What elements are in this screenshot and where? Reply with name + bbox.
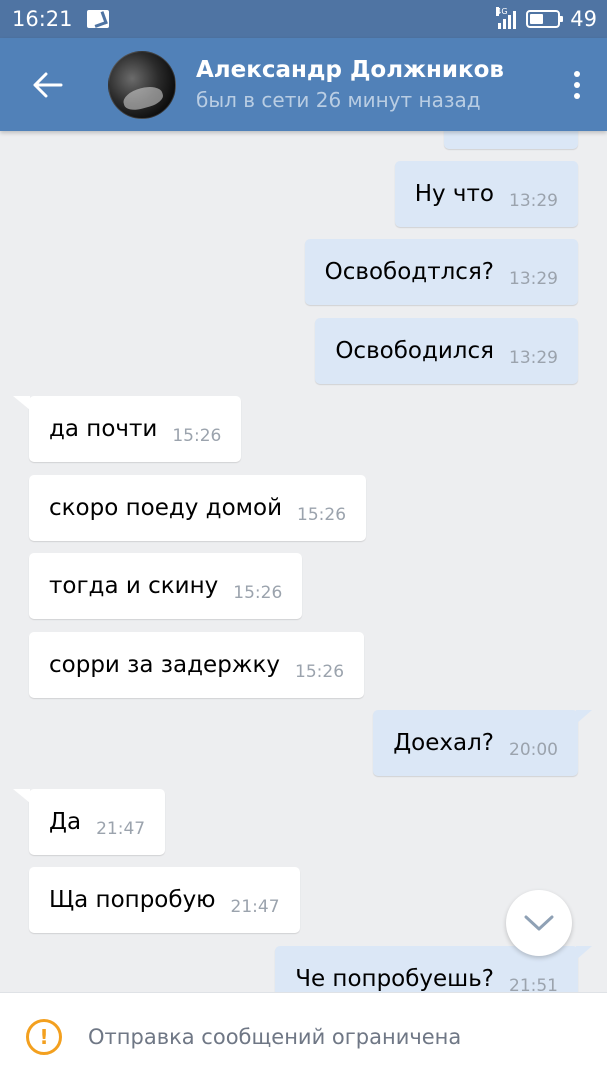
message-text: да почти	[49, 416, 158, 442]
composer-disabled-bar: ! Отправка сообщений ограничена	[0, 992, 607, 1080]
contact-status: был в сети 26 минут назад	[196, 87, 481, 112]
chat-header: Александр Должников был в сети 26 минут …	[0, 38, 607, 131]
bubble-tail	[13, 789, 30, 803]
message-time: 13:29	[509, 348, 558, 368]
back-button[interactable]	[0, 38, 96, 131]
battery-icon	[526, 10, 564, 28]
message-list[interactable]: Ну что 13:29 Освободтлся? 13:29 Освободи…	[0, 131, 607, 992]
message-text: Ща попробую	[49, 887, 216, 913]
message-bubble-incoming[interactable]: Ща попробую 21:47	[29, 867, 300, 933]
message-bubble-incoming[interactable]: тогда и скину 15:26	[29, 553, 303, 619]
mail-notification-icon	[86, 10, 109, 28]
message-time: 21:47	[96, 819, 146, 839]
message-time: 15:26	[297, 505, 347, 525]
message-bubble-incoming[interactable]: скоро поеду домой 15:26	[29, 475, 367, 541]
message-time: 21:47	[230, 897, 280, 917]
contact-info[interactable]: Александр Должников был в сети 26 минут …	[196, 55, 504, 115]
message-bubble-outgoing[interactable]: Ну что 13:29	[394, 161, 578, 227]
message-text: Че попробуешь?	[295, 966, 494, 992]
more-vertical-icon	[574, 70, 580, 77]
battery-fill	[530, 14, 543, 24]
message-text: Доехал?	[393, 730, 494, 756]
message-text: Освободтлся?	[324, 259, 494, 285]
signal-icon: 4G	[496, 7, 517, 29]
bubble-tail	[13, 396, 30, 410]
message-time: 15:26	[233, 583, 283, 603]
message-bubble-incoming[interactable]: Да 21:47	[13, 789, 166, 855]
message-bubble-outgoing[interactable]: Освободтлся? 13:29	[304, 239, 578, 305]
status-time: 16:21	[12, 7, 73, 31]
message-bubble-incoming[interactable]: да почти 15:26	[13, 396, 242, 462]
arrow-left-icon	[33, 72, 63, 97]
status-bar: 16:21 4G 49	[0, 0, 607, 38]
scroll-down-button[interactable]	[506, 890, 572, 956]
bubble-tail	[576, 946, 592, 960]
message-time: 15:26	[295, 662, 345, 682]
message-bubble-incoming[interactable]: сорри за задержку 15:26	[29, 632, 365, 698]
status-indicators: 4G 49	[496, 7, 597, 31]
message-time: 15:26	[172, 426, 222, 446]
message-time: 13:29	[509, 269, 558, 289]
message-text: Ну что	[414, 181, 494, 207]
battery-percent: 49	[570, 7, 597, 31]
avatar[interactable]	[108, 50, 176, 119]
message-text: скоро поеду домой	[49, 495, 283, 521]
chevron-down-icon	[524, 915, 554, 931]
message-text: тогда и скину	[49, 573, 219, 599]
exclamation-circle-icon: !	[26, 1018, 62, 1055]
contact-name: Александр Должников	[196, 56, 504, 83]
message-bubble-partial	[444, 131, 578, 149]
message-bubble-outgoing[interactable]: Освободился 13:29	[315, 318, 578, 384]
message-bubble-outgoing[interactable]: Доехал? 20:00	[373, 710, 592, 776]
restriction-notice: Отправка сообщений ограничена	[88, 1024, 462, 1049]
message-text: Да	[49, 809, 82, 835]
message-time: 13:29	[509, 191, 558, 211]
message-time: 21:51	[509, 976, 558, 992]
bubble-tail	[576, 710, 592, 724]
message-time: 20:00	[509, 740, 558, 760]
network-type: 4G	[496, 7, 508, 16]
more-menu-button[interactable]	[547, 38, 607, 131]
message-text: сорри за задержку	[49, 652, 281, 678]
message-text: Освободился	[335, 338, 494, 364]
